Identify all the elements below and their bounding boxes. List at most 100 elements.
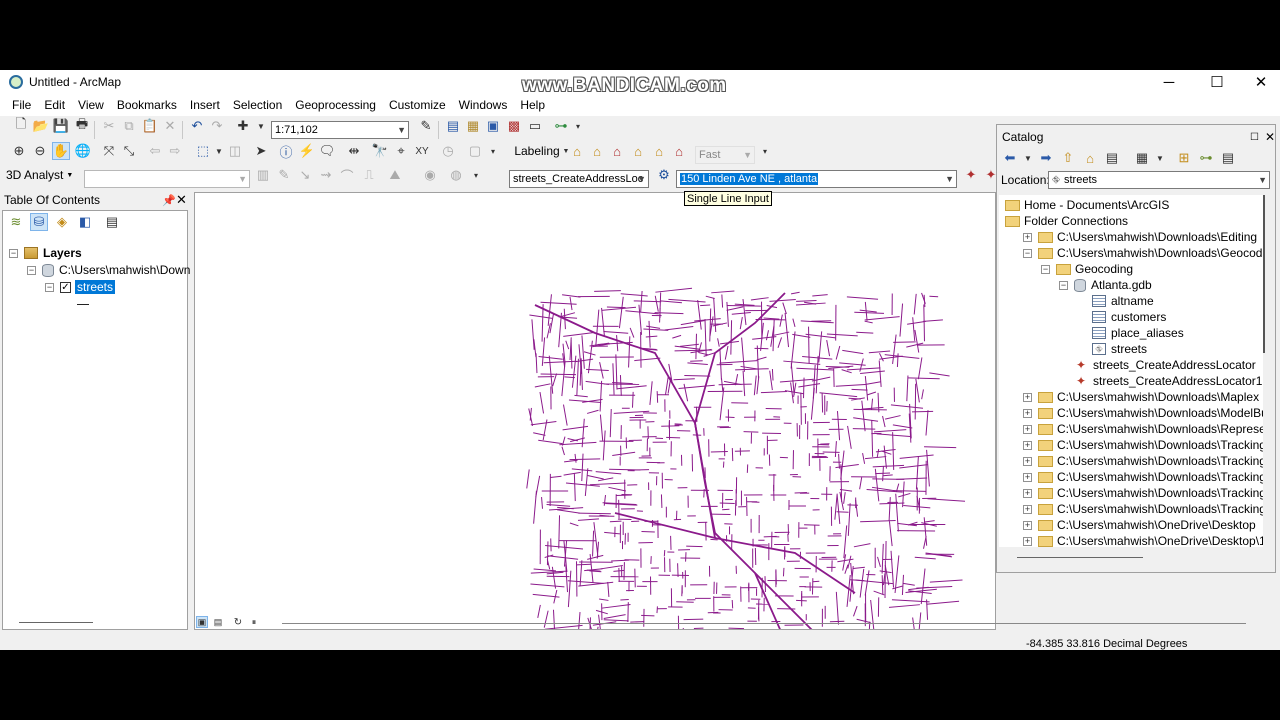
expand-icon[interactable]: + [1023, 472, 1032, 482]
list-by-selection-icon[interactable]: ◧ [76, 213, 94, 231]
forward-extent-icon[interactable]: ⇨ [166, 142, 184, 160]
pan-icon[interactable]: ✋ [52, 142, 70, 160]
profile-graph-icon[interactable]: ⎍ [360, 166, 378, 184]
interpolate-line-icon[interactable]: ✎ [275, 166, 293, 184]
editor-toolbar-icon[interactable]: ✎ [417, 117, 435, 135]
arcglobe-icon[interactable]: ◉ [421, 166, 439, 184]
steepest-path-icon[interactable]: ↘ [296, 166, 314, 184]
collapse-icon[interactable]: − [9, 248, 18, 258]
select-elements-icon[interactable]: ➤ [252, 142, 270, 160]
toggle-contents-icon[interactable]: ▤ [1103, 149, 1121, 167]
expand-icon[interactable]: + [1023, 232, 1032, 242]
chevron-down-icon[interactable]: ▼ [1023, 149, 1033, 167]
collapse-icon[interactable]: − [1059, 280, 1068, 290]
clear-selection-icon[interactable]: ◫ [226, 142, 244, 160]
catalog-item[interactable]: Folder Connections [1005, 213, 1128, 229]
catalog-item[interactable]: + C:\Users\mahwish\Downloads\ModelBuild [1023, 405, 1263, 421]
single-line-address-input[interactable]: 150 Linden Ave NE , atlanta ▼ [676, 170, 957, 188]
data-view-icon[interactable]: ▣ [196, 616, 208, 628]
view-unplaced-labels-icon[interactable]: ⌂ [629, 142, 647, 160]
catalog-close-icon[interactable]: ✕ [1265, 130, 1275, 144]
menu-windows[interactable]: Windows [459, 98, 508, 112]
fixed-zoom-in-icon[interactable]: ⤧ [100, 142, 118, 160]
open-folder-icon[interactable]: 📂 [32, 117, 50, 135]
hyperlink-icon[interactable]: ⚡ [298, 142, 316, 160]
catalog-options-icon[interactable]: ▤ [1219, 149, 1237, 167]
catalog-item[interactable]: + C:\Users\mahwish\OneDrive\Desktop\1. G [1023, 533, 1263, 547]
collapse-icon[interactable]: − [45, 282, 54, 292]
expand-icon[interactable]: + [1023, 440, 1032, 450]
layers-node[interactable]: − Layers [9, 245, 82, 261]
back-extent-icon[interactable]: ⇦ [146, 142, 164, 160]
expand-icon[interactable]: + [1023, 424, 1032, 434]
toolbar-options-icon[interactable]: ▾ [569, 117, 587, 135]
map-horizontal-scrollbar[interactable] [282, 623, 1246, 624]
minimize-button[interactable]: ─ [1146, 70, 1192, 94]
menu-customize[interactable]: Customize [389, 98, 446, 112]
label-quality-combo[interactable]: Fast ▼ [695, 146, 755, 164]
pause-labeling-icon[interactable]: ⌂ [608, 142, 626, 160]
lock-labels-icon[interactable]: ⌂ [588, 142, 606, 160]
find-route-icon[interactable]: ⌖ [392, 142, 410, 160]
catalog-item[interactable]: + C:\Users\mahwish\Downloads\Maplex [1023, 389, 1259, 405]
new-document-icon[interactable]: 🗋 [12, 116, 30, 135]
close-button[interactable]: ✕ [1238, 70, 1280, 94]
3d-layer-combo[interactable]: ▼ [84, 170, 250, 188]
add-data-icon[interactable]: ✚ [234, 117, 252, 135]
toc-scrollbar[interactable] [19, 622, 93, 623]
save-icon[interactable]: 💾 [52, 117, 70, 135]
catalog-window-icon[interactable]: ▦ [464, 117, 482, 135]
toc-close-icon[interactable]: ✕ [176, 192, 187, 208]
up-one-level-icon[interactable]: ⇧ [1059, 149, 1077, 167]
label-weight-icon[interactable]: ⌂ [670, 142, 688, 160]
catalog-horizontal-scrollbar[interactable] [1017, 557, 1143, 558]
paste-icon[interactable]: 📋 [141, 117, 159, 135]
data-frame-node[interactable]: − C:\Users\mahwish\Down [27, 262, 190, 278]
list-by-source-icon[interactable]: ⛁ [30, 213, 48, 231]
catalog-item[interactable]: − C:\Users\mahwish\Downloads\Geocoding [1023, 245, 1263, 261]
forward-arrow-icon[interactable]: ➡ [1037, 149, 1055, 167]
go-to-xy-icon[interactable]: XY [413, 142, 431, 160]
cut-icon[interactable]: ✂ [100, 117, 118, 135]
catalog-item[interactable]: − Geocoding [1041, 261, 1133, 277]
3d-analyst-menu[interactable]: 3D Analyst ▼ [6, 166, 78, 184]
back-arrow-icon[interactable]: ⬅ [1001, 149, 1019, 167]
print-icon[interactable]: 🖶 [73, 116, 91, 135]
collapse-icon[interactable]: − [27, 265, 36, 275]
connect-to-folder-icon[interactable]: ⊞ [1175, 149, 1193, 167]
toc-options-icon[interactable]: ▤ [103, 213, 121, 231]
catalog-item[interactable]: customers [1077, 309, 1166, 325]
menu-help[interactable]: Help [520, 98, 545, 112]
measure-icon[interactable]: ⇹ [345, 142, 363, 160]
model-builder-icon[interactable]: ⊶ [552, 117, 570, 135]
catalog-item[interactable]: Home - Documents\ArcGIS [1005, 197, 1169, 213]
catalog-item[interactable]: + C:\Users\mahwish\Downloads\Editing [1023, 229, 1257, 245]
catalog-item[interactable]: + C:\Users\mahwish\Downloads\Representa [1023, 421, 1263, 437]
python-window-icon[interactable]: ▭ [526, 117, 544, 135]
menu-bookmarks[interactable]: Bookmarks [117, 98, 177, 112]
map-scale-combo[interactable]: 1:71,102 ▼ [271, 121, 409, 139]
list-by-visibility-icon[interactable]: ◈ [53, 213, 71, 231]
undo-icon[interactable]: ↶ [188, 117, 206, 135]
expand-icon[interactable]: + [1023, 392, 1032, 402]
menu-file[interactable]: File [12, 98, 31, 112]
find-icon[interactable]: 🔭 [371, 142, 389, 160]
map-display[interactable] [194, 192, 996, 650]
toolbar-options-icon[interactable]: ▾ [484, 142, 502, 160]
identify-icon[interactable]: ⓘ [277, 142, 295, 160]
arctoolbox-icon[interactable]: ▩ [505, 117, 523, 135]
catalog-item[interactable]: + C:\Users\mahwish\Downloads\Tracking A [1023, 437, 1263, 453]
chevron-down-icon[interactable]: ▼ [1155, 149, 1165, 167]
catalog-item[interactable]: + C:\Users\mahwish\Downloads\Tracking A [1023, 485, 1263, 501]
catalog-item[interactable]: + C:\Users\mahwish\Downloads\Tracking A [1023, 453, 1263, 469]
catalog-vertical-scrollbar[interactable] [1263, 195, 1265, 353]
redo-icon[interactable]: ↷ [208, 117, 226, 135]
catalog-item[interactable]: ✦ streets_CreateAddressLocator [1059, 357, 1256, 373]
catalog-item[interactable]: place_aliases [1077, 325, 1184, 341]
collapse-icon[interactable]: − [1041, 264, 1050, 274]
catalog-item[interactable]: altname [1077, 293, 1154, 309]
viewer-window-icon[interactable]: ▢ [466, 142, 484, 160]
delete-icon[interactable]: ✕ [161, 117, 179, 135]
menu-selection[interactable]: Selection [233, 98, 282, 112]
catalog-item[interactable]: ✦ streets_CreateAddressLocator1 [1059, 373, 1262, 389]
